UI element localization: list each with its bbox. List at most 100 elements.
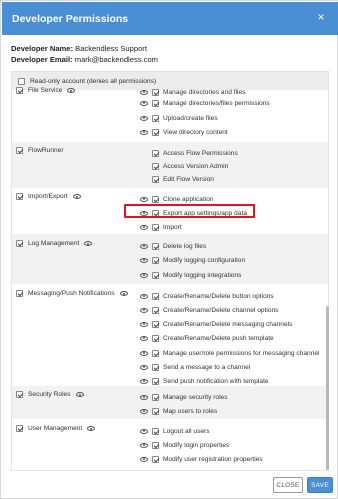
- permission-item: Upload/create files: [140, 112, 218, 124]
- permission-checkbox[interactable]: [152, 271, 159, 279]
- permission-label: Manage directories/files permissions: [163, 99, 270, 107]
- permission-checkbox[interactable]: [152, 223, 159, 231]
- eye-icon[interactable]: [72, 194, 81, 199]
- section-label: Messaging/Push Notifications: [28, 290, 115, 297]
- permission-label: Import: [163, 223, 182, 231]
- permission-checkbox[interactable]: [152, 441, 159, 449]
- permission-checkbox[interactable]: [152, 162, 159, 170]
- permission-checkbox[interactable]: [152, 407, 159, 415]
- section-label: File Service: [28, 87, 63, 94]
- eye-icon[interactable]: [140, 428, 148, 434]
- eye-icon[interactable]: [140, 243, 148, 249]
- section-header: Security Roles: [16, 391, 84, 398]
- permission-label: Create/Rename/Delete channel options: [163, 306, 279, 314]
- permission-checkbox[interactable]: [152, 306, 159, 314]
- section-flowrunner: FlowRunner Access Flow Permissions Acces…: [12, 142, 328, 188]
- developer-name-value: Backendless Support: [75, 44, 147, 53]
- eye-icon[interactable]: [140, 456, 148, 462]
- permission-label: Modify user registration properties: [163, 455, 263, 463]
- permission-checkbox[interactable]: [152, 363, 159, 371]
- section-label: Import/Export: [28, 193, 68, 200]
- eye-icon[interactable]: [140, 257, 148, 263]
- eye-icon[interactable]: [87, 426, 96, 431]
- eye-icon[interactable]: [140, 129, 148, 135]
- permission-item: Manage security roles: [140, 391, 228, 403]
- section-security-roles: Security Roles Manage security roles Map…: [12, 386, 328, 419]
- permission-label: Create/Rename/Delete messaging channels: [163, 320, 293, 328]
- permission-checkbox[interactable]: [152, 320, 159, 328]
- permission-checkbox[interactable]: [152, 455, 159, 463]
- scrollbar[interactable]: [326, 306, 329, 470]
- permission-label: Manage user/role permissions for messagi…: [163, 349, 320, 357]
- permission-item: Create/Rename/Delete messaging channels: [140, 318, 292, 330]
- permission-checkbox[interactable]: [152, 114, 159, 122]
- permissions-dialog: Developer Permissions × Developer Name: …: [0, 0, 338, 499]
- permission-label: Access Flow Permissions: [163, 149, 238, 157]
- permission-item: Edit Flow Version: [140, 173, 214, 185]
- eye-icon[interactable]: [140, 442, 148, 448]
- eye-icon[interactable]: [140, 89, 148, 95]
- permission-checkbox[interactable]: [152, 377, 159, 385]
- eye-icon[interactable]: [140, 115, 148, 121]
- eye-icon[interactable]: [140, 321, 148, 327]
- eye-icon[interactable]: [75, 392, 84, 397]
- permission-checkbox[interactable]: [152, 256, 159, 264]
- section-checkbox[interactable]: [16, 193, 23, 200]
- eye-icon[interactable]: [140, 272, 148, 278]
- eye-icon[interactable]: [140, 224, 148, 230]
- eye-icon[interactable]: [67, 88, 76, 93]
- permission-label: Create/Rename/Delete push template: [163, 334, 274, 342]
- eye-icon[interactable]: [140, 378, 148, 384]
- permission-label: Upload/create files: [163, 114, 218, 122]
- permission-checkbox[interactable]: [152, 149, 159, 157]
- eye-icon[interactable]: [140, 307, 148, 313]
- eye-icon[interactable]: [140, 394, 148, 400]
- permission-label: Modify login properties: [163, 441, 230, 449]
- permission-label: Send push notification with template: [163, 377, 269, 385]
- eye-icon[interactable]: [84, 241, 93, 246]
- section-checkbox[interactable]: [16, 391, 23, 398]
- section-checkbox[interactable]: [16, 240, 23, 247]
- save-button[interactable]: SAVE: [307, 477, 333, 493]
- developer-name-label: Developer Name:: [11, 44, 74, 53]
- section-checkbox[interactable]: [16, 290, 23, 297]
- section-checkbox[interactable]: [16, 87, 23, 94]
- permissions-list[interactable]: Read-only account (denies all permission…: [11, 71, 329, 471]
- section-header: Import/Export: [16, 193, 81, 200]
- permission-checkbox[interactable]: [152, 393, 159, 401]
- eye-icon[interactable]: [119, 291, 128, 296]
- section-user-management: User Management Logout all users Modify …: [12, 419, 328, 470]
- section-checkbox[interactable]: [16, 425, 23, 432]
- eye-icon[interactable]: [140, 408, 148, 414]
- permission-label: Send a message to a channel: [163, 363, 251, 371]
- permission-checkbox[interactable]: [152, 175, 159, 183]
- close-icon[interactable]: ×: [314, 10, 328, 24]
- permission-checkbox[interactable]: [152, 292, 159, 300]
- permission-item: Create/Rename/Delete push template: [140, 332, 274, 344]
- eye-icon[interactable]: [140, 364, 148, 370]
- developer-info: Developer Name: Backendless Support Deve…: [11, 43, 158, 65]
- permission-label: View directory content: [163, 128, 228, 136]
- readonly-checkbox[interactable]: [18, 77, 25, 85]
- close-button[interactable]: CLOSE: [273, 477, 303, 493]
- eye-icon[interactable]: [140, 335, 148, 341]
- permission-checkbox[interactable]: [152, 349, 159, 357]
- section-checkbox[interactable]: [16, 147, 23, 154]
- permission-checkbox[interactable]: [152, 334, 159, 342]
- permission-checkbox[interactable]: [152, 88, 159, 96]
- eye-icon[interactable]: [140, 350, 148, 356]
- eye-icon[interactable]: [140, 100, 148, 106]
- permission-item: Logout all users: [140, 425, 210, 437]
- eye-icon[interactable]: [140, 293, 148, 299]
- section-label: Security Roles: [28, 391, 71, 398]
- permission-checkbox[interactable]: [152, 427, 159, 435]
- permission-checkbox[interactable]: [152, 128, 159, 136]
- permission-item: Modify logging integrations: [140, 269, 241, 281]
- permission-checkbox[interactable]: [152, 195, 159, 203]
- eye-icon[interactable]: [140, 196, 148, 202]
- permission-checkbox[interactable]: [152, 242, 159, 250]
- permission-item: Access Version Admin: [140, 160, 228, 172]
- permission-item: Create/Rename/Delete button options: [140, 290, 274, 302]
- permission-checkbox[interactable]: [152, 99, 159, 107]
- readonly-label: Read-only account (denies all permission…: [30, 77, 157, 85]
